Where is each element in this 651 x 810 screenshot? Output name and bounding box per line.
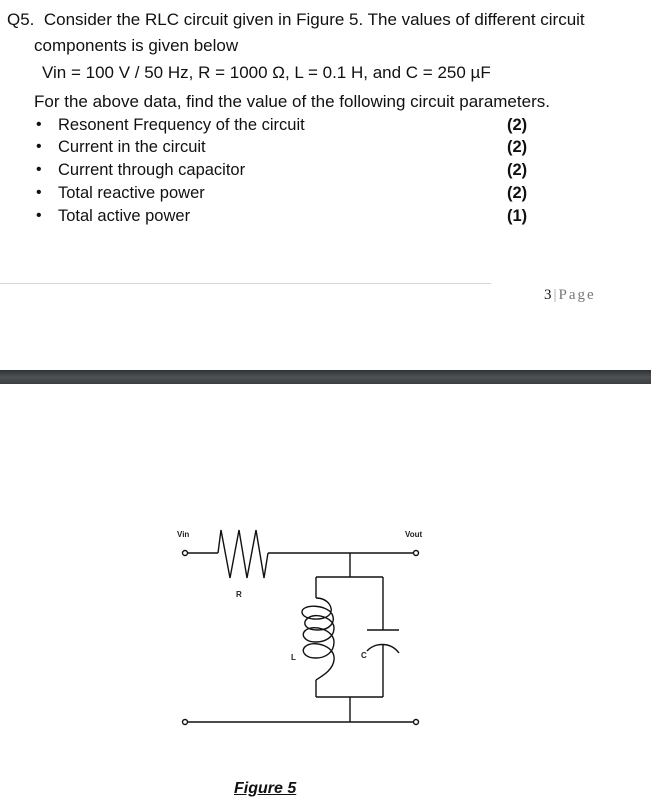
inductor-label: L <box>291 653 296 662</box>
figure-caption: Figure 5 <box>234 780 297 797</box>
vin-label: Vin <box>177 530 189 539</box>
capacitor-label: C <box>361 651 367 660</box>
vin-terminal-icon <box>181 549 189 557</box>
resistor-label: R <box>236 590 242 599</box>
rlc-circuit-diagram: Vin Vout R L C <box>177 529 423 726</box>
ground-out-terminal-icon <box>412 718 420 726</box>
ground-in-terminal-icon <box>181 718 189 726</box>
vout-terminal-icon <box>412 549 420 557</box>
vout-label: Vout <box>405 530 423 539</box>
resistor-icon <box>217 529 269 579</box>
inductor-icon <box>301 597 335 681</box>
